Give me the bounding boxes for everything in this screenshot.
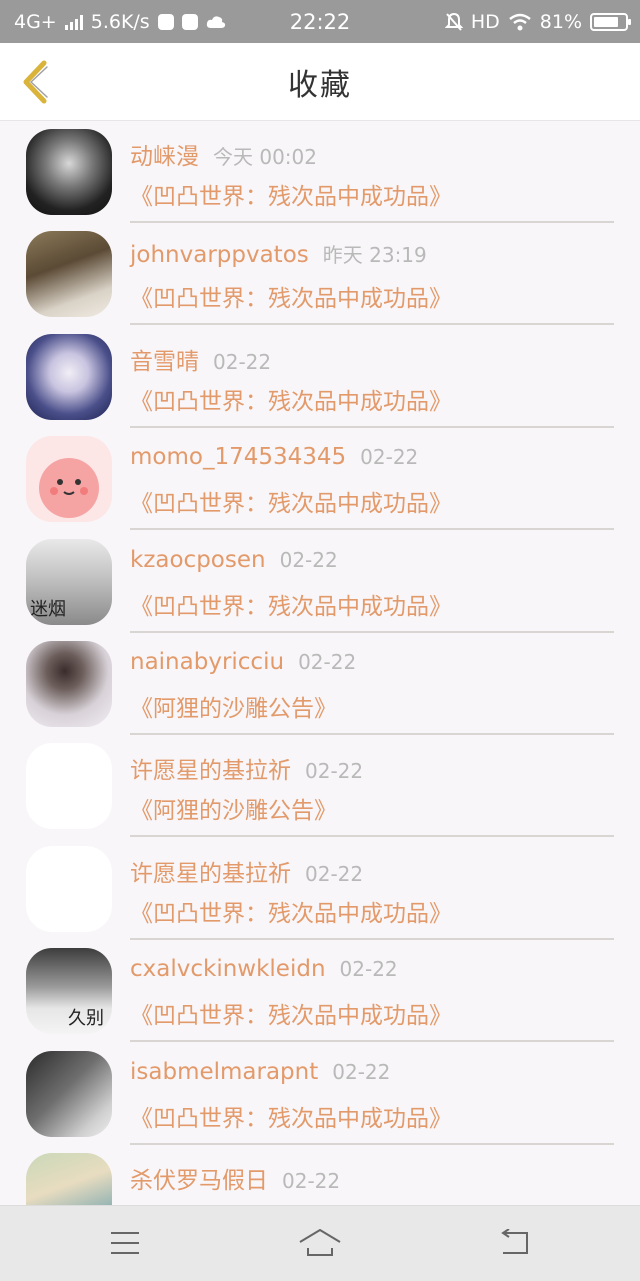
list-item[interactable]: 许愿星的基拉祈 02-22 《阿狸的沙雕公告》 — [0, 735, 640, 838]
username[interactable]: isabmelmarapnt — [130, 1059, 318, 1085]
username[interactable]: 杀伏罗马假日 — [130, 1168, 268, 1194]
network-label: 4G+ — [14, 10, 57, 33]
avatar[interactable] — [26, 129, 112, 215]
cloud-icon — [206, 15, 225, 28]
favorites-list[interactable]: 动崃漫 今天 00:02 《凹凸世界：残次品中成功品》 johnvarppvato… — [0, 121, 640, 1205]
username[interactable]: johnvarppvatos — [130, 242, 309, 268]
list-item[interactable]: 许愿星的基拉祈 02-22 《凹凸世界：残次品中成功品》 — [0, 838, 640, 940]
username[interactable]: 许愿星的基拉祈 — [130, 861, 291, 887]
avatar[interactable] — [26, 1050, 112, 1137]
status-left: 4G+ 5.6K/s — [0, 11, 226, 33]
mute-bell-icon — [444, 12, 463, 31]
battery-fill — [594, 16, 619, 27]
item-meta: 动崃漫 今天 00:02 — [130, 137, 614, 171]
item-meta: isabmelmarapnt 02-22 — [130, 1059, 614, 1085]
timestamp: 02-22 — [339, 957, 398, 982]
item-meta: 许愿星的基拉祈 02-22 — [130, 751, 614, 785]
list-item[interactable]: momo_174534345 02-22 《凹凸世界：残次品中成功品》 — [0, 428, 640, 531]
home-button[interactable] — [290, 1218, 350, 1268]
item-meta: 音雪晴 02-22 — [130, 342, 614, 376]
menu-icon — [111, 1232, 139, 1254]
book-title[interactable]: 《凹凸世界：残次品中成功品》 — [130, 587, 614, 633]
avatar[interactable] — [26, 1152, 112, 1205]
timestamp: 今天 00:02 — [213, 145, 317, 169]
item-meta: cxalvckinwkleidn 02-22 — [130, 956, 614, 982]
username[interactable]: nainabyricciu — [130, 649, 284, 675]
status-right: HD 81% — [444, 10, 640, 33]
avatar-art — [39, 458, 99, 519]
avatar[interactable] — [26, 231, 112, 318]
book-title[interactable]: 《凹凸世界：残次品中成功品》 — [130, 1099, 614, 1145]
list-item[interactable]: 久别 cxalvckinwkleidn 02-22 《凹凸世界：残次品中成功品》 — [0, 940, 640, 1043]
timestamp: 02-22 — [360, 445, 419, 470]
page-title: 收藏 — [288, 67, 352, 103]
avatar[interactable] — [26, 743, 112, 830]
book-title[interactable]: 《凹凸世界：残次品中成功品》 — [130, 279, 614, 326]
avatar[interactable] — [26, 333, 112, 420]
list-item[interactable]: johnvarppvatos 昨天 23:19 《凹凸世界：残次品中成功品》 — [0, 223, 640, 326]
battery-icon — [590, 12, 631, 31]
item-meta: 杀伏罗马假日 02-22 — [130, 1161, 614, 1195]
chevron-left-icon — [23, 60, 48, 104]
item-meta: kzaocposen 02-22 — [130, 547, 614, 573]
timestamp: 02-22 — [298, 649, 357, 674]
list-item[interactable]: nainabyricciu 02-22 《阿狸的沙雕公告》 — [0, 633, 640, 735]
back-nav-button[interactable] — [485, 1218, 545, 1268]
network-speed: 5.6K/s — [90, 10, 150, 33]
title-bar: 收藏 — [0, 43, 640, 121]
username[interactable]: 音雪晴 — [130, 349, 199, 375]
list-item[interactable]: 音雪晴 02-22 《凹凸世界：残次品中成功品》 — [0, 326, 640, 428]
list-item[interactable]: isabmelmarapnt 02-22 《凹凸世界：残次品中成功品》 — [0, 1043, 640, 1145]
book-title[interactable]: 《阿狸的沙雕公告》 — [130, 791, 614, 838]
book-title[interactable]: 《阿狸的沙雕公告》 — [130, 689, 614, 735]
avatar[interactable]: 迷烟 — [26, 538, 112, 625]
item-meta: 许愿星的基拉祈 02-22 — [130, 854, 614, 888]
back-button[interactable] — [12, 55, 58, 109]
play-icon — [181, 13, 198, 30]
item-meta: nainabyricciu 02-22 — [130, 649, 614, 675]
mail-icon — [157, 13, 174, 30]
book-title[interactable]: 《凹凸世界：残次品中成功品》 — [130, 894, 614, 940]
list-item[interactable]: 杀伏罗马假日 02-22 — [0, 1145, 640, 1205]
battery-percent: 81% — [539, 10, 582, 33]
item-meta: johnvarppvatos 昨天 23:19 — [130, 239, 614, 268]
item-meta: momo_174534345 02-22 — [130, 444, 614, 470]
username[interactable]: 许愿星的基拉祈 — [130, 758, 291, 784]
book-title[interactable]: 《凹凸世界：残次品中成功品》 — [130, 177, 614, 223]
home-icon — [299, 1229, 341, 1256]
username[interactable]: 动崃漫 — [130, 144, 199, 170]
username[interactable]: kzaocposen — [130, 547, 266, 573]
book-title[interactable]: 《凹凸世界：残次品中成功品》 — [130, 996, 614, 1043]
timestamp: 昨天 23:19 — [322, 243, 427, 268]
timestamp: 02-22 — [305, 861, 364, 886]
wifi-icon — [508, 13, 531, 30]
avatar[interactable] — [26, 436, 112, 523]
book-title[interactable]: 《凹凸世界：残次品中成功品》 — [130, 484, 614, 531]
timestamp: 02-22 — [279, 547, 338, 572]
avatar[interactable]: 久别 — [26, 948, 112, 1035]
status-bar: 4G+ 5.6K/s 22:22 HD 81% — [0, 0, 640, 43]
username[interactable]: momo_174534345 — [130, 444, 346, 470]
hd-label: HD — [470, 10, 500, 33]
timestamp: 02-22 — [282, 1168, 341, 1193]
timestamp: 02-22 — [305, 759, 364, 784]
avatar-caption: 久别 — [68, 1008, 104, 1030]
menu-button[interactable] — [95, 1218, 155, 1268]
timestamp: 02-22 — [332, 1059, 391, 1084]
book-title[interactable]: 《凹凸世界：残次品中成功品》 — [130, 382, 614, 428]
back-icon — [501, 1229, 528, 1254]
list-item[interactable]: 迷烟 kzaocposen 02-22 《凹凸世界：残次品中成功品》 — [0, 531, 640, 633]
username[interactable]: cxalvckinwkleidn — [130, 956, 326, 982]
system-nav-bar — [0, 1205, 640, 1281]
avatar-caption: 迷烟 — [30, 598, 66, 620]
avatar[interactable] — [26, 845, 112, 932]
timestamp: 02-22 — [213, 349, 272, 374]
avatar[interactable] — [26, 640, 112, 727]
list-item[interactable]: 动崃漫 今天 00:02 《凹凸世界：残次品中成功品》 — [0, 121, 640, 223]
signal-icon — [64, 14, 83, 30]
